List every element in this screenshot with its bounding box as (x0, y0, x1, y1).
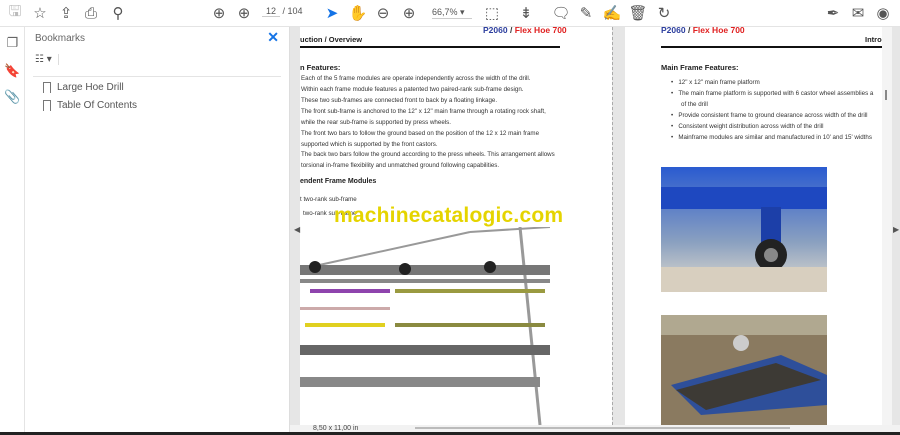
mainframe-photo (661, 167, 827, 292)
page-input[interactable]: 12 (262, 6, 280, 17)
prev-page-icon[interactable]: ⊕ (209, 3, 229, 23)
fit-page-icon[interactable]: ⬚ (482, 3, 502, 23)
bookmark-icon (43, 100, 51, 111)
bullet: • Provide consistent frame to ground cle… (671, 112, 868, 119)
select-cursor-icon[interactable]: ➤ (322, 3, 342, 23)
bookmark-item[interactable]: Large Hoe Drill (43, 82, 124, 93)
sign-icon[interactable]: ✍ (602, 3, 622, 23)
section-title: uction / Overview (300, 35, 363, 44)
bookmark-panel-icon[interactable]: 🔖 (4, 63, 21, 80)
attachment-icon[interactable]: 📎 (4, 89, 21, 106)
divider (33, 76, 281, 77)
section-title: Intro (865, 35, 882, 44)
bookmarks-panel: Bookmarks ✕ ☷ ▾ Large Hoe Drill Table Of… (25, 27, 290, 435)
fill-sign-icon[interactable]: ✒ (823, 3, 843, 23)
field-photo (661, 315, 827, 425)
hand-icon[interactable]: ✋ (348, 3, 368, 23)
bullet: • Mainframe modules are similar and manu… (671, 134, 872, 141)
zoom-value: 66,7% (432, 7, 458, 17)
account-icon[interactable]: ◉ (873, 3, 893, 23)
watermark: machinecatalogic.com (334, 204, 564, 227)
text-line: These two sub-frames are connected front… (301, 97, 498, 104)
header-rule (661, 46, 882, 48)
close-icon[interactable]: ✕ (267, 29, 279, 46)
bullet: • Consistent weight distribution across … (671, 123, 824, 130)
text-line: t two-rank sub-frame (300, 196, 357, 203)
bullet: • The main frame platform is supported w… (671, 90, 874, 97)
text-line: The front sub-frame is anchored to the 1… (301, 108, 546, 115)
next-page-icon[interactable]: ⊕ (234, 3, 254, 23)
text-line: torsional in-frame flexibility and unmat… (301, 162, 500, 169)
page-divider (612, 27, 613, 425)
features-title: n Features: (300, 63, 341, 72)
scroll-left-icon[interactable]: ◀ (294, 225, 300, 234)
star-icon[interactable]: ☆ (30, 3, 50, 23)
bullet: • 12" x 12" main frame platform (671, 79, 760, 86)
features-title: Main Frame Features: (661, 63, 739, 72)
mail-icon[interactable]: ✉ (848, 3, 868, 23)
bookmark-options-button[interactable]: ☷ ▾ (35, 54, 59, 65)
panel-title: Bookmarks (35, 33, 86, 44)
text-line: of the drill (681, 101, 708, 108)
page-header: P2060 / Flex Hoe 700 (661, 27, 745, 35)
comment-icon[interactable]: 🗨 (551, 3, 571, 23)
toolbar: 🖫 ☆ ⇪ ⎙ ⚲ ⊕ ⊕ 12 / 104 ➤ ✋ ⊖ ⊕ 66,7% ▾ ⬚… (0, 0, 900, 27)
highlight-icon[interactable]: ✎ (576, 3, 596, 23)
text-line: Within each frame module features a pate… (301, 86, 524, 93)
text-line: Each of the 5 frame modules are operate … (301, 75, 531, 82)
bookmark-icon (43, 82, 51, 93)
zoom-in-icon[interactable]: ⊕ (399, 3, 419, 23)
page-navigator[interactable]: 12 / 104 (262, 6, 303, 17)
pages-icon[interactable]: ❐ (4, 35, 21, 52)
modules-title: endent Frame Modules (300, 178, 377, 185)
page-header: P2060 / Flex Hoe 700 (483, 27, 567, 35)
search-icon[interactable]: ⚲ (108, 3, 128, 23)
scrollbar-thumb[interactable] (885, 90, 887, 100)
header-rule (300, 46, 560, 48)
bookmark-item[interactable]: Table Of Contents (43, 100, 137, 111)
zoom-select[interactable]: 66,7% ▾ (432, 7, 472, 19)
print-icon[interactable]: ⎙ (81, 3, 101, 23)
page-right: P2060 / Flex Hoe 700 Intro Main Frame Fe… (625, 27, 882, 425)
save-icon[interactable]: 🖫 (5, 3, 25, 23)
text-line: The front two bars to follow the ground … (301, 130, 540, 137)
text-line: while the rear sub-frame is supported by… (301, 119, 451, 126)
delete-icon[interactable]: 🗑 (628, 3, 648, 23)
drill-diagram (300, 227, 550, 425)
bookmark-label: Large Hoe Drill (57, 82, 124, 93)
total-pages: / 104 (282, 6, 303, 16)
page-size: 8,50 x 11,00 in (313, 425, 359, 432)
upload-icon[interactable]: ⇪ (56, 3, 76, 23)
bookmark-label: Table Of Contents (57, 100, 138, 111)
rotate-icon[interactable]: ↻ (654, 3, 674, 23)
scroll-mode-icon[interactable]: ⇟ (516, 3, 536, 23)
side-rail: ❐ 🔖 📎 (0, 27, 25, 435)
vertical-scrollbar[interactable] (882, 27, 892, 425)
text-line: The back two bars follow the ground acco… (301, 151, 555, 158)
zoom-out-icon[interactable]: ⊖ (373, 3, 393, 23)
text-line: supported which is supported by the fron… (301, 141, 438, 148)
horizontal-scrollbar[interactable] (415, 427, 790, 429)
scroll-right-icon[interactable]: ▶ (893, 225, 899, 234)
